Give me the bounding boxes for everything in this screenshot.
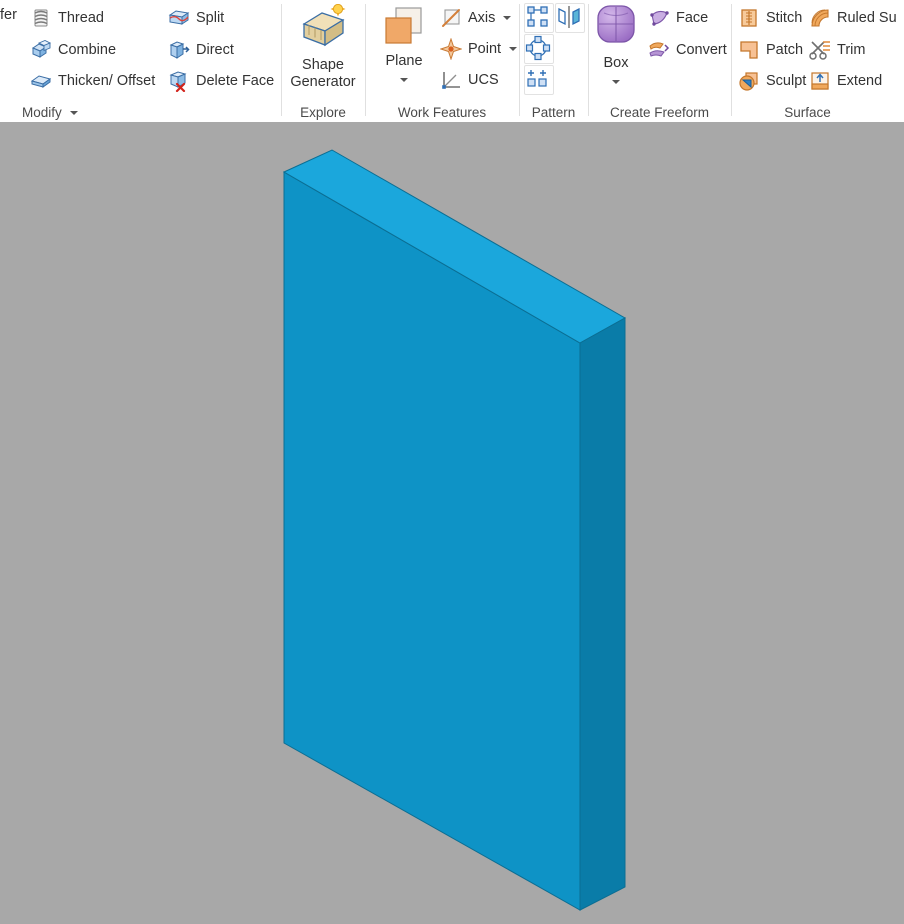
button-freeform-face[interactable]: Face: [648, 4, 708, 32]
panel-title-label: Modify: [22, 105, 62, 120]
button-label: Face: [676, 10, 709, 26]
sculpt-icon: [738, 70, 760, 92]
extruded-plate-model[interactable]: [282, 149, 627, 911]
truncated-label-fer: fer: [0, 7, 17, 23]
delete-face-icon: [168, 70, 190, 93]
circular-pattern-icon: [525, 35, 551, 65]
panel-title-explore: Explore: [300, 105, 346, 120]
button-label: Combine: [58, 42, 117, 58]
shape-generator-icon: [296, 1, 350, 57]
extend-icon: [809, 70, 831, 92]
chevron-down-icon[interactable]: [509, 47, 518, 51]
button-delete-face[interactable]: Delete Face: [168, 67, 274, 95]
chevron-down-icon[interactable]: [69, 111, 78, 116]
axis-icon: [440, 7, 462, 29]
patch-icon: [738, 39, 760, 61]
button-label: Trim: [837, 42, 866, 58]
button-mirror[interactable]: [555, 3, 585, 33]
sketch-driven-pattern-icon: [525, 70, 551, 96]
panel-title-create-freeform: Create Freeform: [609, 105, 710, 120]
panel-title-pattern: Pattern: [531, 105, 576, 120]
mirror-icon: [556, 6, 582, 34]
chevron-down-icon[interactable]: [503, 16, 512, 20]
button-shape-generator[interactable]: Shape Generator: [281, 1, 365, 91]
button-stitch[interactable]: Stitch: [738, 4, 802, 32]
freeform-box-icon: [591, 2, 641, 55]
button-sketch-driven-pattern[interactable]: [524, 65, 554, 95]
button-freeform-box[interactable]: Box: [588, 2, 644, 90]
button-label: Stitch: [766, 10, 803, 26]
button-label: Thread: [58, 10, 104, 26]
chevron-down-icon[interactable]: [400, 77, 408, 82]
button-label: Box: [603, 55, 629, 71]
ribbon-toolbar: fer Thread Combine Thicken/ Offset Split…: [0, 0, 904, 123]
chevron-down-icon[interactable]: [612, 79, 620, 84]
button-label: Axis: [468, 10, 496, 26]
panel-title-work-features: Work Features: [397, 105, 487, 120]
button-label-line2: Generator: [290, 74, 356, 90]
freeform-face-icon: [648, 7, 670, 29]
button-split[interactable]: Split: [168, 4, 224, 32]
rectangular-pattern-icon: [525, 6, 551, 34]
button-label: Sculpt: [766, 73, 807, 89]
ruled-surface-icon: [809, 7, 831, 29]
ucs-icon: [440, 69, 462, 91]
button-label: Ruled Su: [837, 10, 897, 26]
viewport-canvas[interactable]: [0, 122, 904, 924]
point-icon: [439, 37, 463, 61]
button-label: Point: [468, 41, 502, 57]
button-patch[interactable]: Patch: [738, 36, 803, 64]
plane-icon: [380, 4, 428, 53]
button-label: Split: [196, 10, 225, 26]
panel-surface: Stitch Patch Sculpt Ruled Su Trim Extend…: [731, 0, 904, 122]
combine-icon: [30, 39, 52, 61]
button-label: Convert: [676, 42, 727, 58]
panel-work-features: Plane Axis Point UCS Work Features: [365, 0, 519, 122]
panel-title-modify[interactable]: Modify: [22, 105, 78, 120]
button-extend[interactable]: Extend: [809, 67, 882, 95]
panel-title-surface: Surface: [784, 105, 831, 120]
model-viewport[interactable]: [0, 122, 904, 924]
button-circular-pattern[interactable]: [524, 34, 554, 64]
panel-create-freeform: Box Face Convert Create Freeform: [588, 0, 731, 122]
trim-icon: [809, 39, 831, 61]
button-sculpt[interactable]: Sculpt: [738, 67, 806, 95]
button-thicken-offset[interactable]: Thicken/ Offset: [30, 67, 155, 95]
button-label: UCS: [468, 72, 499, 88]
button-plane[interactable]: Plane: [373, 4, 435, 88]
button-point[interactable]: Point: [439, 35, 518, 63]
button-combine[interactable]: Combine: [30, 36, 116, 64]
panel-modify: fer Thread Combine Thicken/ Offset Split…: [0, 0, 281, 122]
button-rectangular-pattern[interactable]: [524, 3, 554, 33]
freeform-convert-icon: [648, 39, 670, 61]
thread-icon: [30, 7, 52, 29]
button-label: Extend: [837, 73, 883, 89]
button-label: Plane: [385, 53, 423, 69]
stitch-icon: [738, 7, 760, 29]
panel-explore: Shape Generator Explore: [281, 0, 365, 122]
button-label: Delete Face: [196, 73, 275, 89]
button-freeform-convert[interactable]: Convert: [648, 36, 727, 64]
button-label: Patch: [766, 42, 804, 58]
button-label-line1: Shape: [302, 57, 344, 73]
button-trim[interactable]: Trim: [809, 36, 865, 64]
button-ucs[interactable]: UCS: [440, 66, 499, 94]
application-window: fer Thread Combine Thicken/ Offset Split…: [0, 0, 904, 924]
button-direct[interactable]: Direct: [168, 36, 234, 64]
button-thread[interactable]: Thread: [30, 4, 104, 32]
thicken-offset-icon: [30, 70, 52, 92]
button-label: Direct: [196, 42, 234, 58]
split-icon: [168, 7, 190, 29]
model-face-side[interactable]: [579, 317, 626, 911]
panel-pattern: Pattern: [519, 0, 588, 122]
button-label: Thicken/ Offset: [58, 73, 156, 89]
button-ruled-surface[interactable]: Ruled Su: [809, 4, 897, 32]
button-axis[interactable]: Axis: [440, 4, 512, 32]
direct-icon: [168, 39, 190, 61]
